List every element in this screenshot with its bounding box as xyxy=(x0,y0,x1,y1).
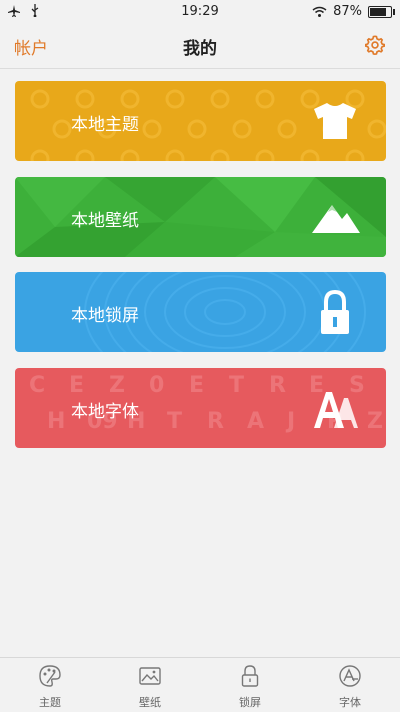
font-card-letter: H xyxy=(47,409,65,434)
wifi-icon xyxy=(312,6,327,17)
card-local-wallpaper[interactable]: 本地壁纸 xyxy=(15,177,386,257)
font-card-letter: C xyxy=(29,373,45,398)
card-local-lockscreen[interactable]: 本地锁屏 xyxy=(15,272,386,352)
tab-font[interactable]: 字体 xyxy=(300,658,400,712)
tab-lockscreen-label: 锁屏 xyxy=(239,696,261,709)
tab-wallpaper-label: 壁纸 xyxy=(139,696,161,709)
battery-icon xyxy=(368,5,395,18)
font-card-letter: R xyxy=(207,409,224,434)
page-title: 我的 xyxy=(183,39,217,59)
tab-lockscreen[interactable]: 锁屏 xyxy=(200,658,300,712)
font-card-letter: T xyxy=(167,409,182,434)
tab-font-label: 字体 xyxy=(339,696,361,709)
tshirt-icon xyxy=(314,103,356,139)
picture-icon xyxy=(139,667,161,685)
font-icon xyxy=(339,665,361,687)
battery-level xyxy=(370,7,386,16)
lock-icon xyxy=(321,289,349,334)
card-local-lockscreen-label: 本地锁屏 xyxy=(71,306,139,326)
font-card-letter: 0 xyxy=(149,373,164,398)
header: 帐户 我的 xyxy=(0,24,400,69)
bottom-tab-bar: 主题 壁纸 锁屏 字体 xyxy=(0,657,400,712)
font-card-letter: E xyxy=(69,373,84,398)
font-card-letter: J xyxy=(285,409,295,434)
gear-icon xyxy=(365,35,385,56)
font-card-letter: E xyxy=(189,373,204,398)
status-bar: 19:29 87% xyxy=(0,0,400,24)
tab-theme[interactable]: 主题 xyxy=(0,658,100,712)
status-right: 87% xyxy=(312,4,395,19)
font-card-letter: A xyxy=(247,409,264,434)
font-card-letter: T xyxy=(229,373,244,398)
battery-percent: 87% xyxy=(333,4,362,19)
card-local-font-label: 本地字体 xyxy=(71,402,139,422)
tab-wallpaper[interactable]: 壁纸 xyxy=(100,658,200,712)
lock-icon xyxy=(241,665,259,687)
font-icon xyxy=(314,392,358,428)
tab-theme-label: 主题 xyxy=(39,696,61,709)
font-card-letter: R xyxy=(269,373,286,398)
card-local-theme-label: 本地主题 xyxy=(71,115,139,135)
mountain-icon xyxy=(312,205,360,233)
font-card-letter: Z xyxy=(109,373,125,398)
card-local-wallpaper-label: 本地壁纸 xyxy=(71,211,139,231)
card-local-font[interactable]: C E Z 0 E T R E S H 09 H T R A J R Z 本地字体 xyxy=(15,368,386,448)
palette-icon xyxy=(39,665,61,687)
card-local-theme[interactable]: 本地主题 xyxy=(15,81,386,161)
settings-button[interactable] xyxy=(364,34,386,56)
font-card-letter: Z xyxy=(367,409,383,434)
